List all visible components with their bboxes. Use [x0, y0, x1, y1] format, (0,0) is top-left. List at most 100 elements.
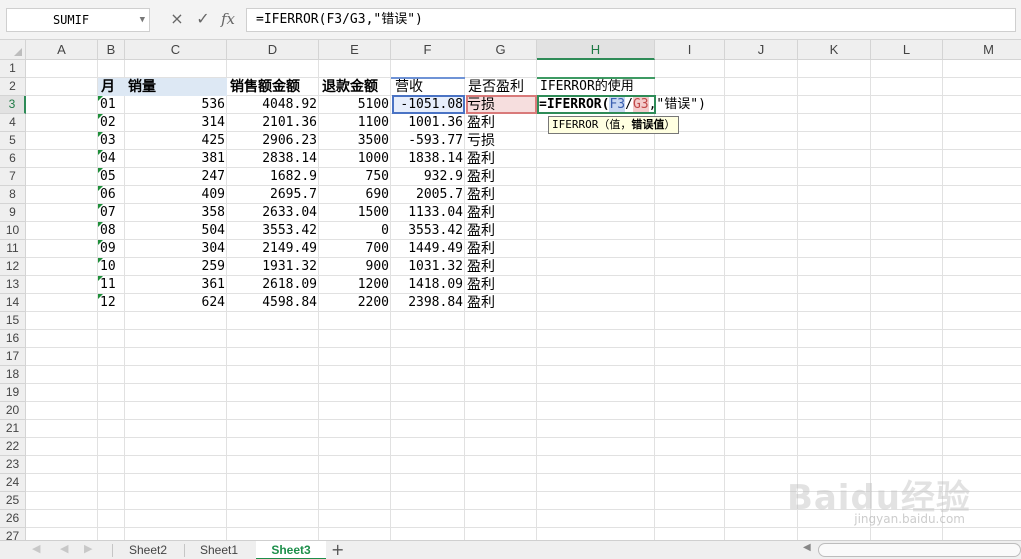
cell-month[interactable]: 09 [98, 240, 125, 258]
cell-revenue[interactable]: 3553.42 [391, 222, 465, 240]
cell-revenue[interactable]: -1051.08 [391, 96, 465, 114]
cell-revenue[interactable]: 1001.36 [391, 114, 465, 132]
cell-month[interactable]: 06 [98, 186, 125, 204]
cell-revenue[interactable]: 1838.14 [391, 150, 465, 168]
row-header-23[interactable]: 23 [0, 456, 26, 474]
cell-sales-amount[interactable]: 1682.9 [227, 168, 319, 186]
row-header-21[interactable]: 21 [0, 420, 26, 438]
add-sheet-button[interactable]: + [331, 540, 344, 559]
cell-profit[interactable]: 盈利 [465, 240, 537, 258]
cell-profit[interactable]: 盈利 [465, 168, 537, 186]
row-header-14[interactable]: 14 [0, 294, 26, 312]
cell-refund[interactable]: 1200 [319, 276, 391, 294]
cell-sales-qty[interactable]: 504 [125, 222, 227, 240]
cell-sales-amount[interactable]: 3553.42 [227, 222, 319, 240]
row-header-3[interactable]: 3 [0, 96, 26, 114]
cell-profit[interactable]: 盈利 [465, 150, 537, 168]
header-profit[interactable]: 是否盈利 [465, 78, 537, 96]
cell-month[interactable]: 07 [98, 204, 125, 222]
cell-sales-qty[interactable]: 358 [125, 204, 227, 222]
cell-revenue[interactable]: 1449.49 [391, 240, 465, 258]
cell-revenue[interactable]: -593.77 [391, 132, 465, 150]
row-header-5[interactable]: 5 [0, 132, 26, 150]
cell-month[interactable]: 08 [98, 222, 125, 240]
cell-profit[interactable]: 盈利 [465, 222, 537, 240]
row-header-6[interactable]: 6 [0, 150, 26, 168]
select-all-corner[interactable] [0, 40, 26, 60]
row-header-2[interactable]: 2 [0, 78, 26, 96]
row-header-27[interactable]: 27 [0, 528, 26, 540]
column-header-c[interactable]: C [125, 40, 227, 60]
cancel-icon[interactable]: × [166, 8, 188, 32]
row-header-20[interactable]: 20 [0, 402, 26, 420]
row-header-1[interactable]: 1 [0, 60, 26, 78]
cell-sales-amount[interactable]: 2695.7 [227, 186, 319, 204]
cell-h3-editor[interactable]: =IFERROR(F3/G3,"错误") [539, 96, 706, 114]
cell-sales-qty[interactable]: 381 [125, 150, 227, 168]
prev-sheet-icon[interactable]: ◀ [60, 542, 68, 555]
row-header-25[interactable]: 25 [0, 492, 26, 510]
row-header-11[interactable]: 11 [0, 240, 26, 258]
column-header-f[interactable]: F [391, 40, 465, 60]
cell-revenue[interactable]: 932.9 [391, 168, 465, 186]
cell-sales-amount[interactable]: 4048.92 [227, 96, 319, 114]
cell-revenue[interactable]: 2398.84 [391, 294, 465, 312]
cell-sales-qty[interactable]: 624 [125, 294, 227, 312]
cell-refund[interactable]: 3500 [319, 132, 391, 150]
cell-refund[interactable]: 5100 [319, 96, 391, 114]
cell-sales-amount[interactable]: 2633.04 [227, 204, 319, 222]
column-header-h[interactable]: H [537, 40, 655, 60]
cell-sales-qty[interactable]: 425 [125, 132, 227, 150]
column-header-g[interactable]: G [465, 40, 537, 60]
cell-sales-amount[interactable]: 2149.49 [227, 240, 319, 258]
cell-profit[interactable]: 盈利 [465, 276, 537, 294]
cell-profit[interactable]: 盈利 [465, 294, 537, 312]
row-header-18[interactable]: 18 [0, 366, 26, 384]
cell-refund[interactable]: 900 [319, 258, 391, 276]
cell-refund[interactable]: 1500 [319, 204, 391, 222]
cell-month[interactable]: 03 [98, 132, 125, 150]
chevron-down-icon[interactable]: ▼ [140, 9, 145, 31]
cell-profit[interactable]: 盈利 [465, 258, 537, 276]
cell-profit[interactable]: 亏损 [465, 132, 537, 150]
cell-sales-qty[interactable]: 536 [125, 96, 227, 114]
scroll-left-icon[interactable]: ◀ [803, 542, 811, 553]
column-header-b[interactable]: B [98, 40, 125, 60]
cell-revenue[interactable]: 2005.7 [391, 186, 465, 204]
row-header-13[interactable]: 13 [0, 276, 26, 294]
cell-revenue[interactable]: 1031.32 [391, 258, 465, 276]
cell-refund[interactable]: 1000 [319, 150, 391, 168]
cell-sales-qty[interactable]: 314 [125, 114, 227, 132]
row-header-22[interactable]: 22 [0, 438, 26, 456]
cell-sales-qty[interactable]: 247 [125, 168, 227, 186]
row-header-7[interactable]: 7 [0, 168, 26, 186]
header-month[interactable]: 月 [98, 78, 125, 96]
row-header-15[interactable]: 15 [0, 312, 26, 330]
cell-profit[interactable]: 盈利 [465, 204, 537, 222]
cell-sales-qty[interactable]: 409 [125, 186, 227, 204]
column-header-d[interactable]: D [227, 40, 319, 60]
header-sales-qty[interactable]: 销量 [125, 78, 227, 96]
cell-profit[interactable]: 盈利 [465, 114, 537, 132]
row-header-10[interactable]: 10 [0, 222, 26, 240]
sheet-grid[interactable]: A B C D E F G H I J K L M 1 2 3 4 5 6 7 8 9 10 11 12 13 14 15 16 17 18… [0, 40, 1021, 540]
cell-refund[interactable]: 700 [319, 240, 391, 258]
name-box[interactable]: SUMIF ▼ [6, 8, 150, 32]
cell-profit[interactable]: 亏损 [465, 96, 537, 114]
column-header-j[interactable]: J [725, 40, 798, 60]
cell-refund[interactable]: 0 [319, 222, 391, 240]
cell-sales-qty[interactable]: 304 [125, 240, 227, 258]
tab-sheet3[interactable]: Sheet3 [256, 541, 326, 559]
cell-sales-amount[interactable]: 2838.14 [227, 150, 319, 168]
cell-month[interactable]: 11 [98, 276, 125, 294]
cell-refund[interactable]: 750 [319, 168, 391, 186]
row-header-19[interactable]: 19 [0, 384, 26, 402]
cell-sales-qty[interactable]: 259 [125, 258, 227, 276]
column-header-a[interactable]: A [26, 40, 98, 60]
cell-refund[interactable]: 690 [319, 186, 391, 204]
cell-sales-qty[interactable]: 361 [125, 276, 227, 294]
tab-sheet1[interactable]: Sheet1 [188, 541, 250, 559]
cell-sales-amount[interactable]: 2618.09 [227, 276, 319, 294]
cell-month[interactable]: 05 [98, 168, 125, 186]
row-header-26[interactable]: 26 [0, 510, 26, 528]
